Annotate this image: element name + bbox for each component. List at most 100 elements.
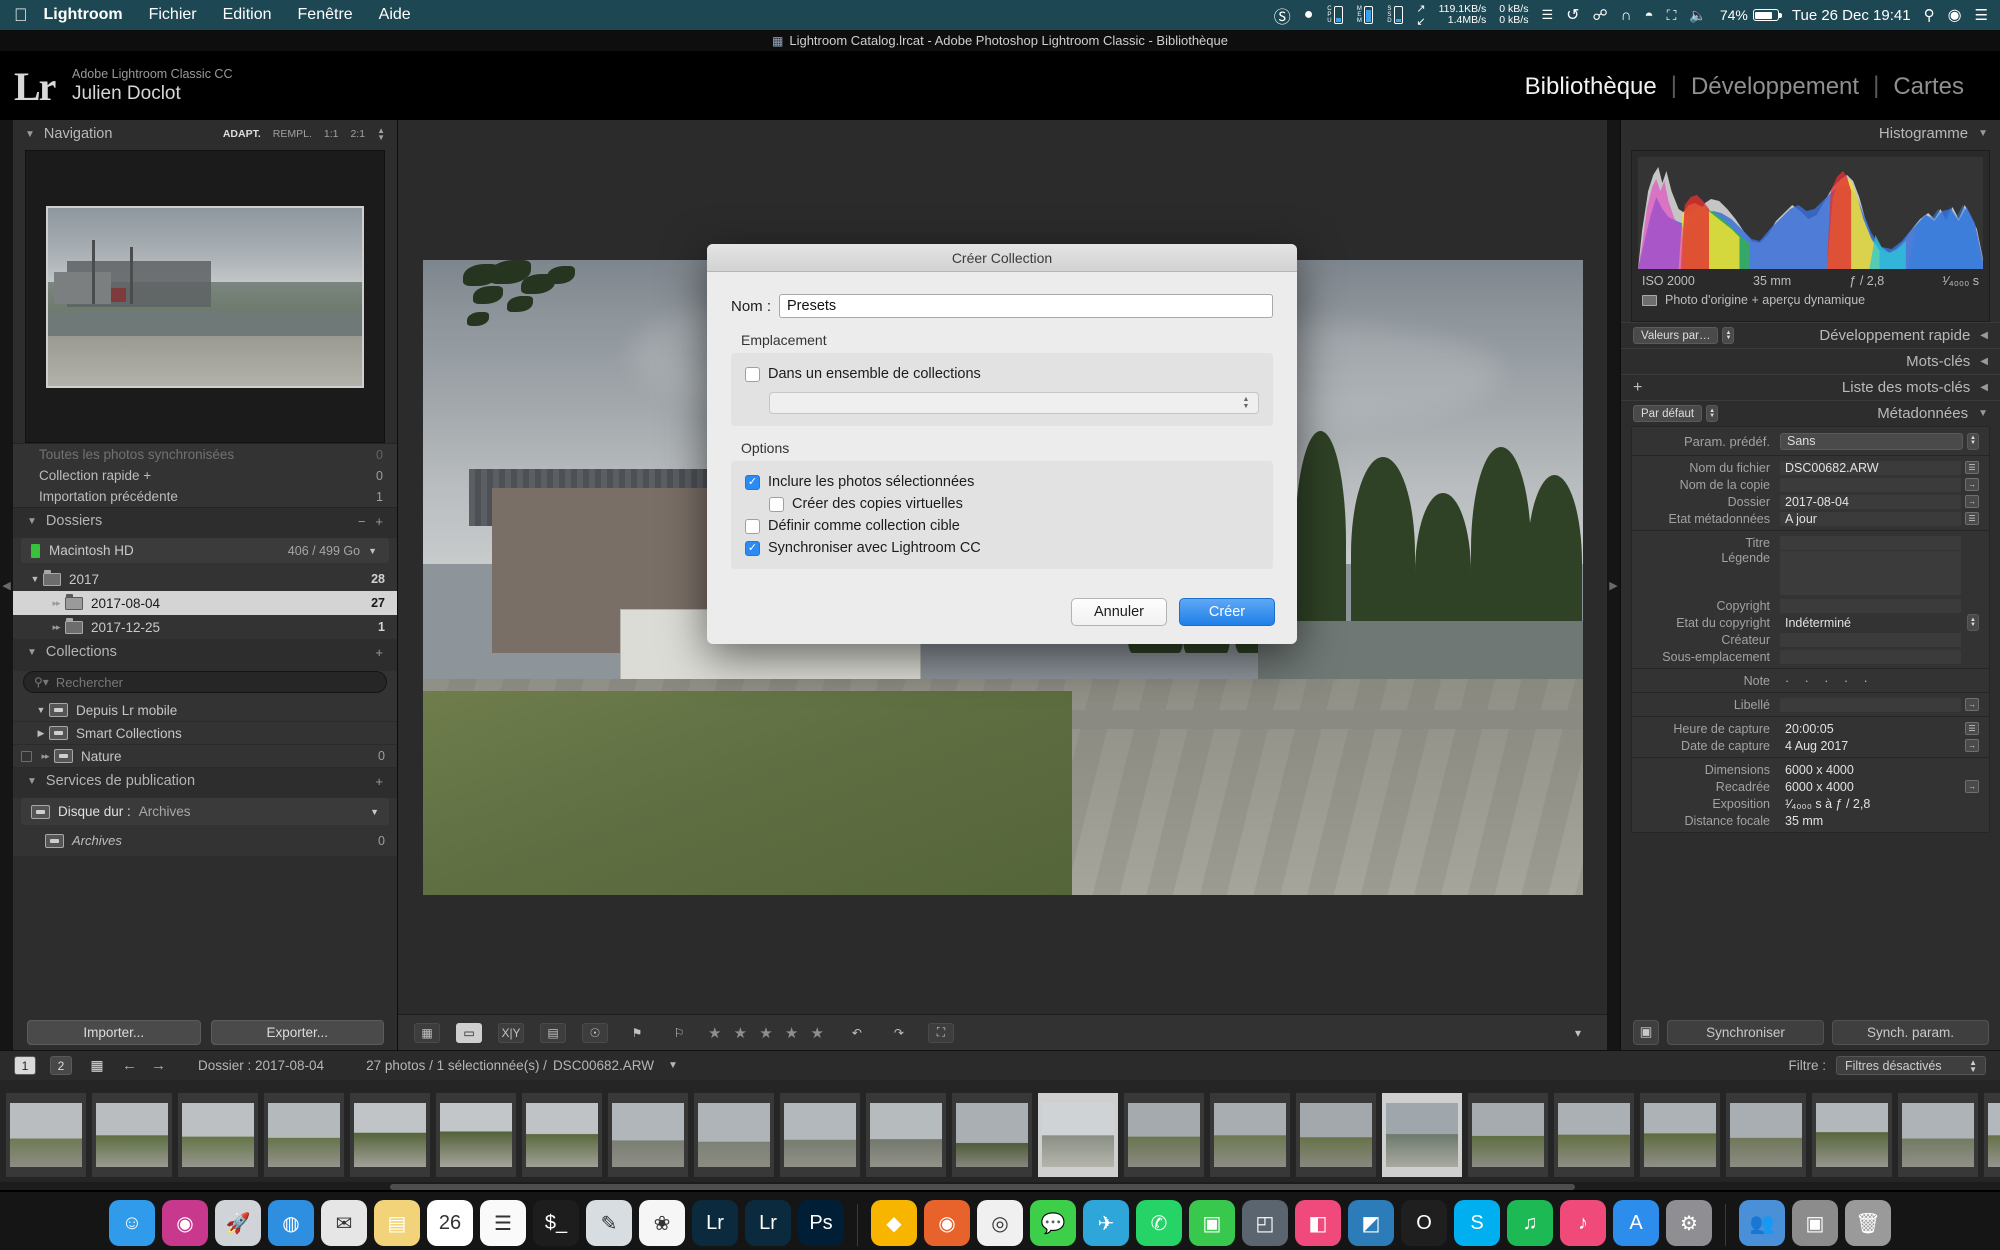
option-include-selected-checkbox[interactable]: ✓: [745, 474, 760, 490]
options-section: ✓ Inclure les photos sélectionnées Créer…: [731, 461, 1273, 569]
dock-separator: [1725, 1204, 1726, 1246]
menu-app-name[interactable]: Lightroom: [44, 6, 123, 24]
option-virtual-copies-row[interactable]: Créer des copies virtuelles: [745, 493, 1259, 515]
memory-monitor-icon[interactable]: MEM: [1356, 6, 1374, 24]
dock-icon-sketch[interactable]: ◆: [871, 1200, 917, 1246]
menu-status-items: Ⓢ ● CPU MEM SSD ↗ ↙ 119.1KB/s 1.4MB/s 0 k…: [1274, 2, 2000, 28]
dock-icon-box[interactable]: ◰: [1242, 1200, 1288, 1246]
menu-item-aide[interactable]: Aide: [379, 6, 411, 24]
search-icon[interactable]: ⚲: [1924, 6, 1935, 24]
dock-icon-spotify[interactable]: ♫: [1507, 1200, 1553, 1246]
dock-icon-chrome[interactable]: ◎: [977, 1200, 1023, 1246]
volume-icon[interactable]: 🔈: [1689, 7, 1706, 24]
option-include-selected-row[interactable]: ✓ Inclure les photos sélectionnées: [745, 471, 1259, 493]
notification-center-icon[interactable]: ☰: [1975, 6, 1988, 24]
collection-set-select[interactable]: ▲ ▼: [769, 392, 1259, 414]
dock-icon-downloads[interactable]: ▣: [1792, 1200, 1838, 1246]
cpu-monitor-icon[interactable]: CPU: [1326, 6, 1344, 24]
inside-collection-set-checkbox[interactable]: [745, 366, 760, 382]
dock-icon-skype[interactable]: S: [1454, 1200, 1500, 1246]
option-sync-lightroom-cc-checkbox[interactable]: ✓: [745, 540, 760, 556]
dock-icon-siri[interactable]: ◉: [162, 1200, 208, 1246]
stepper-icon[interactable]: ▲ ▼: [1240, 395, 1252, 411]
dock-icon-facetime[interactable]: ▣: [1189, 1200, 1235, 1246]
dock-icon-preview[interactable]: ✎: [586, 1200, 632, 1246]
menu-clock[interactable]: Tue 26 Dec 19:41: [1792, 7, 1911, 24]
dock-icon-reminders[interactable]: ☰: [480, 1200, 526, 1246]
option-sync-lightroom-cc-row[interactable]: ✓ Synchroniser avec Lightroom CC: [745, 537, 1259, 559]
dock-icon-terminal[interactable]: $_: [533, 1200, 579, 1246]
time-machine-icon[interactable]: ↺: [1566, 5, 1579, 25]
option-sync-lightroom-cc-label: Synchroniser avec Lightroom CC: [768, 540, 981, 556]
siri-icon[interactable]: ◉: [1948, 5, 1962, 25]
dock-icon-telegram[interactable]: ✈: [1083, 1200, 1129, 1246]
mac-dock: ☺ ◉ 🚀 ◍ ✉ ▤ 26 ☰ $_ ✎ ❀ Lr Lr Ps ◆ ◉ ◎ 💬 ✈ ✆ ▣ ◰ ◧ ◩ O S ♫ ♪ A ⚙ 👥 ▣ 🗑: [0, 1192, 2000, 1250]
create-collection-dialog: Créer Collection Nom : Presets Emplaceme…: [707, 244, 1297, 644]
cancel-button[interactable]: Annuler: [1071, 598, 1167, 626]
dialog-title: Créer Collection: [707, 244, 1297, 272]
dock-icon-calendar[interactable]: 26: [427, 1200, 473, 1246]
vpn-icon[interactable]: ∩: [1621, 7, 1632, 24]
dock-icon-notes[interactable]: ▤: [374, 1200, 420, 1246]
apple-icon[interactable]: : [14, 6, 28, 24]
dock-icon-itunes[interactable]: ♪: [1560, 1200, 1606, 1246]
name-row: Nom : Presets: [731, 294, 1273, 318]
disk-activity-icon[interactable]: ☰: [1541, 7, 1553, 23]
dropbox-icon[interactable]: ●: [1304, 6, 1314, 24]
create-button[interactable]: Créer: [1179, 598, 1275, 626]
dock-icon-firefox[interactable]: ◉: [924, 1200, 970, 1246]
dock-icon-lightroom-classic[interactable]: Lr: [745, 1200, 791, 1246]
dock-icon-mail[interactable]: ✉: [321, 1200, 367, 1246]
dock-icon-whatsapp[interactable]: ✆: [1136, 1200, 1182, 1246]
menu-item-fichier[interactable]: Fichier: [149, 6, 197, 24]
dock-icon-finder[interactable]: ☺: [109, 1200, 155, 1246]
inside-collection-set-row[interactable]: Dans un ensemble de collections: [745, 363, 1259, 385]
window-title: Lightroom Catalog.lrcat - Adobe Photosho…: [789, 33, 1228, 48]
mem-bar: [1364, 6, 1374, 24]
dock-icon-photos[interactable]: ❀: [639, 1200, 685, 1246]
dock-icon-lightroom-cc[interactable]: Lr: [692, 1200, 738, 1246]
battery-percent: 74%: [1719, 7, 1748, 23]
dock-separator: [857, 1204, 858, 1246]
mem-label: MEM: [1356, 6, 1363, 24]
menu-item-edition[interactable]: Edition: [223, 6, 272, 24]
options-section-label: Options: [741, 440, 790, 456]
battery-icon: [1752, 9, 1782, 21]
dock-icon-safari[interactable]: ◍: [268, 1200, 314, 1246]
ssd-monitor-icon[interactable]: SSD: [1386, 6, 1404, 24]
dock-icon-messages[interactable]: 💬: [1030, 1200, 1076, 1246]
location-section: Dans un ensemble de collections ▲ ▼: [731, 353, 1273, 426]
cpu-label: CPU: [1326, 6, 1333, 24]
bluetooth-icon[interactable]: ☍: [1593, 6, 1608, 24]
network-rates-secondary: 0 kB/s 0 kB/s: [1499, 4, 1528, 26]
battery-status[interactable]: 74%: [1719, 7, 1782, 23]
airplay-icon[interactable]: ⛶: [1667, 7, 1677, 24]
dock-icon-sublime[interactable]: ◧: [1295, 1200, 1341, 1246]
dock-icon-opera[interactable]: O: [1401, 1200, 1447, 1246]
dock-icon-trash[interactable]: 🗑: [1845, 1200, 1891, 1246]
name-label: Nom :: [731, 297, 772, 315]
net-up-rate-2: 0 kB/s: [1499, 14, 1529, 26]
dock-icon-users[interactable]: 👥: [1739, 1200, 1785, 1246]
creative-cloud-icon[interactable]: Ⓢ: [1274, 3, 1291, 28]
wifi-icon[interactable]: ◓: [1645, 7, 1654, 24]
document-icon: ▦: [772, 33, 784, 48]
dialog-body: Nom : Presets Emplacement Dans un ensemb…: [707, 272, 1297, 569]
option-include-selected-label: Inclure les photos sélectionnées: [768, 474, 975, 490]
dialog-buttons: Annuler Créer: [1071, 598, 1275, 626]
option-target-collection-checkbox[interactable]: [745, 518, 760, 534]
dock-icon-appstore[interactable]: A: [1613, 1200, 1659, 1246]
lightroom-window: ▦ Lightroom Catalog.lrcat - Adobe Photos…: [0, 30, 2000, 1202]
dock-icon-vscode[interactable]: ◩: [1348, 1200, 1394, 1246]
window-titlebar: ▦ Lightroom Catalog.lrcat - Adobe Photos…: [0, 30, 2000, 52]
dock-icon-system-preferences[interactable]: ⚙: [1666, 1200, 1712, 1246]
collection-name-input[interactable]: Presets: [779, 294, 1273, 318]
mac-menu-bar:  Lightroom Fichier Edition Fenêtre Aide…: [0, 0, 2000, 30]
menu-item-fenetre[interactable]: Fenêtre: [298, 6, 353, 24]
option-target-collection-row[interactable]: Définir comme collection cible: [745, 515, 1259, 537]
option-target-collection-label: Définir comme collection cible: [768, 518, 960, 534]
dock-icon-launchpad[interactable]: 🚀: [215, 1200, 261, 1246]
dock-icon-photoshop[interactable]: Ps: [798, 1200, 844, 1246]
location-section-label: Emplacement: [741, 332, 827, 348]
option-virtual-copies-checkbox[interactable]: [769, 496, 784, 512]
